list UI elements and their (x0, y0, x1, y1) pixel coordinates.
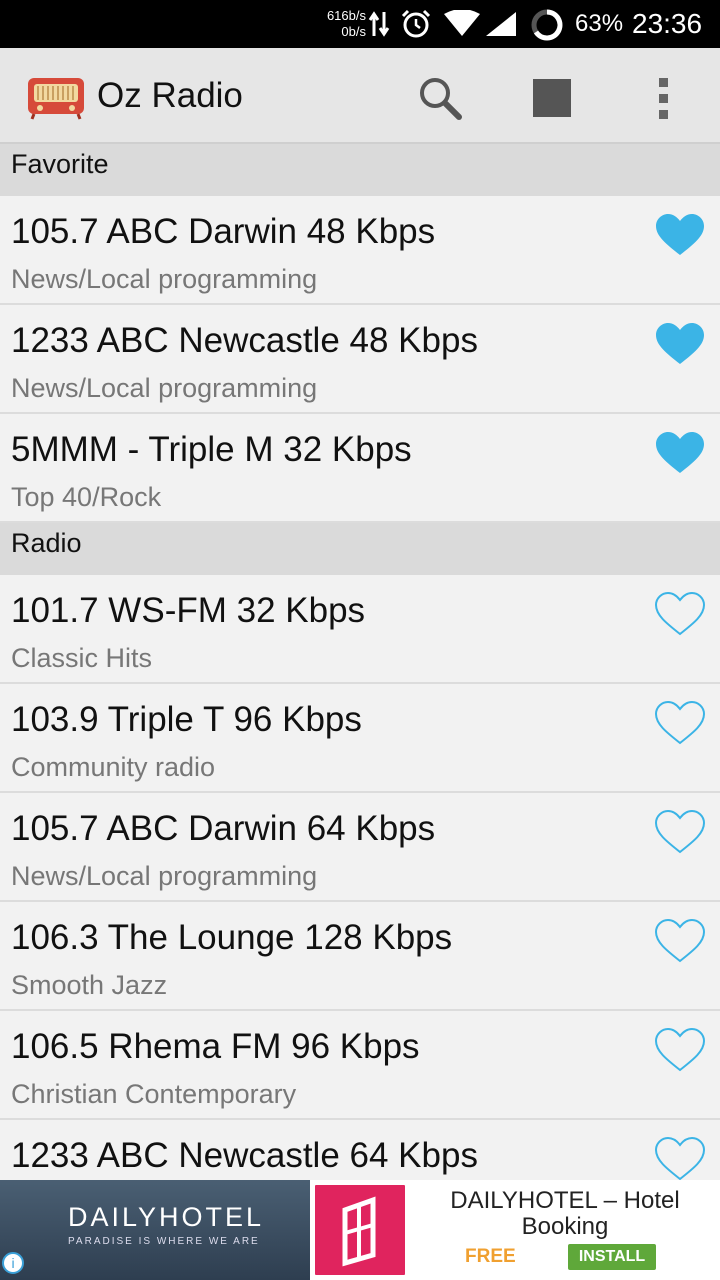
battery-percent: 63% (575, 10, 624, 37)
wifi-icon (444, 10, 480, 36)
ad-brand: DAILYHOTEL (68, 1202, 265, 1232)
stop-icon (533, 79, 571, 117)
station-genre: Classic Hits (11, 643, 153, 673)
alarm-icon (401, 9, 431, 38)
ad-title-line2: Booking (521, 1213, 609, 1240)
network-speed: 616b/s 0b/s (316, 8, 366, 40)
heart-outline-icon[interactable] (654, 918, 706, 964)
ad-tagline: PARADISE IS WHERE WE ARE (68, 1236, 260, 1247)
station-title: 5MMM - Triple M 32 Kbps (11, 430, 412, 469)
heart-outline-icon[interactable] (654, 1136, 706, 1180)
station-item[interactable]: 105.7 ABC Darwin 64 Kbps News/Local progr… (0, 793, 720, 902)
station-title: 106.3 The Lounge 128 Kbps (11, 918, 453, 957)
station-item[interactable]: 1233 ABC Newcastle 64 Kbps (0, 1120, 720, 1180)
station-title: 106.5 Rhema FM 96 Kbps (11, 1027, 420, 1066)
section-header-radio: Radio (0, 523, 720, 575)
station-item[interactable]: 105.7 ABC Darwin 48 Kbps News/Local progr… (0, 196, 720, 305)
station-title: 101.7 WS-FM 32 Kbps (11, 591, 366, 630)
station-genre: Top 40/Rock (11, 482, 162, 512)
station-genre: News/Local programming (11, 373, 318, 403)
heart-outline-icon[interactable] (654, 700, 706, 746)
station-item[interactable]: 106.3 The Lounge 128 Kbps Smooth Jazz (0, 902, 720, 1011)
station-item[interactable]: 106.5 Rhema FM 96 Kbps Christian Contempo… (0, 1011, 720, 1120)
heart-outline-icon[interactable] (654, 809, 706, 855)
ad-info-icon[interactable]: i (2, 1252, 24, 1274)
heart-filled-icon[interactable] (654, 430, 706, 476)
ad-title: DAILYHOTEL – Hotel Booking (415, 1188, 715, 1240)
station-title: 1233 ABC Newcastle 64 Kbps (11, 1136, 478, 1175)
search-button[interactable] (412, 70, 468, 126)
heart-filled-icon[interactable] (654, 212, 706, 258)
ad-install-button[interactable]: INSTALL (568, 1244, 656, 1270)
cell-signal-icon (486, 12, 516, 36)
favorite-station-list: 105.7 ABC Darwin 48 Kbps News/Local progr… (0, 196, 720, 523)
heart-outline-icon[interactable] (654, 1027, 706, 1073)
ad-price: FREE (465, 1246, 516, 1267)
station-title: 103.9 Triple T 96 Kbps (11, 700, 362, 739)
radio-station-list: 101.7 WS-FM 32 Kbps Classic Hits 103.9 Tri… (0, 575, 720, 1180)
stop-button[interactable] (524, 70, 580, 126)
net-up-speed: 616b/s (326, 8, 366, 23)
heart-outline-icon[interactable] (654, 591, 706, 637)
ad-image[interactable]: DAILYHOTEL PARADISE IS WHERE WE ARE i (0, 1180, 310, 1280)
battery-circle-icon (531, 9, 563, 41)
data-transfer-icon (368, 11, 390, 37)
ad-banner[interactable]: DAILYHOTEL PARADISE IS WHERE WE ARE i DA… (0, 1180, 720, 1280)
section-header-favorite: Favorite (0, 144, 720, 196)
station-genre: News/Local programming (11, 861, 318, 891)
station-genre: Christian Contemporary (11, 1079, 297, 1109)
overflow-menu-icon (659, 78, 668, 119)
search-icon (420, 78, 462, 120)
station-item[interactable]: 1233 ABC Newcastle 48 Kbps News/Local pro… (0, 305, 720, 414)
station-item[interactable]: 5MMM - Triple M 32 Kbps Top 40/Rock (0, 414, 720, 523)
dailyhotel-logo-icon (342, 1196, 376, 1267)
station-genre: News/Local programming (11, 264, 318, 294)
ad-title-line1: DAILYHOTEL – Hotel (450, 1187, 680, 1214)
station-title: 105.7 ABC Darwin 48 Kbps (11, 212, 436, 251)
app-bar: Oz Radio (0, 48, 720, 144)
station-list[interactable]: Favorite 105.7 ABC Darwin 48 Kbps News/Lo… (0, 144, 720, 1180)
app-title: Oz Radio (97, 76, 243, 115)
clock: 23:36 (632, 8, 703, 39)
station-item[interactable]: 101.7 WS-FM 32 Kbps Classic Hits (0, 575, 720, 684)
station-item[interactable]: 103.9 Triple T 96 Kbps Community radio (0, 684, 720, 793)
overflow-menu-button[interactable] (636, 70, 692, 126)
radio-logo-icon (28, 78, 84, 120)
ad-app-icon[interactable] (312, 1182, 408, 1278)
station-title: 105.7 ABC Darwin 64 Kbps (11, 809, 436, 848)
heart-filled-icon[interactable] (654, 321, 706, 367)
station-genre: Smooth Jazz (11, 970, 168, 1000)
station-title: 1233 ABC Newcastle 48 Kbps (11, 321, 478, 360)
station-genre: Community radio (11, 752, 216, 782)
status-bar: 616b/s 0b/s 63% 23:36 (0, 0, 720, 48)
net-down-speed: 0b/s (341, 24, 366, 39)
